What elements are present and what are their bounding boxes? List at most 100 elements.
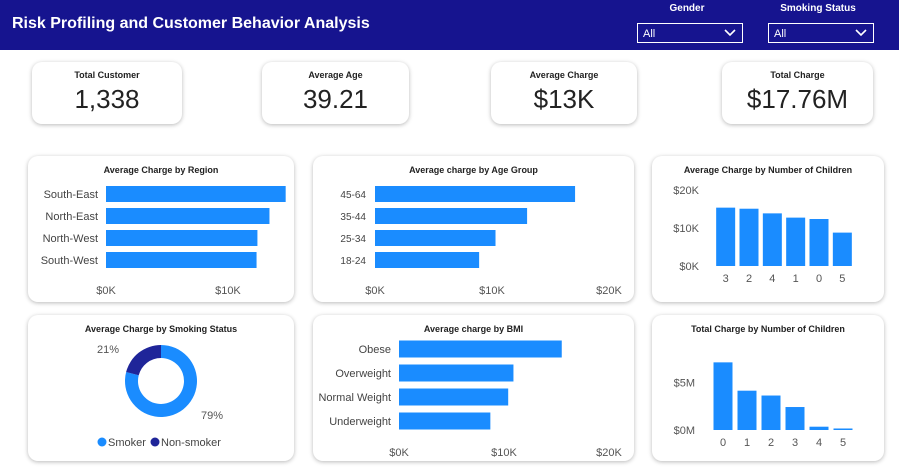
x-tick-label: $20K — [596, 447, 622, 459]
y-tick-label: $10K — [673, 223, 699, 235]
gender-dropdown-value: All — [643, 28, 656, 40]
bar — [786, 217, 806, 266]
x-tick-label: $0K — [365, 285, 385, 297]
x-tick-label: $20K — [596, 285, 622, 297]
region-bar-chart: South-East North-East North-West South-West… — [41, 186, 286, 297]
gender-dropdown[interactable]: All — [637, 23, 743, 43]
smoking-dropdown-value: All — [774, 28, 787, 40]
chart-card-children-average: Average Charge by Number of Children $0K… — [652, 156, 884, 302]
legend-label: Smoker — [108, 437, 146, 449]
x-tick-label: 5 — [840, 437, 846, 449]
page-title: Risk Profiling and Customer Behavior Ana… — [12, 15, 370, 32]
bar — [713, 362, 733, 430]
bar — [106, 230, 258, 246]
y-tick-label: 35-44 — [340, 212, 366, 223]
bar — [809, 219, 829, 266]
smoking-status-dropdown[interactable]: All — [768, 23, 874, 43]
x-tick-label: 1 — [744, 437, 750, 449]
chevron-down-icon — [855, 29, 867, 37]
y-tick-label: South-East — [44, 189, 98, 201]
smoking-donut-chart: 79% 21% Smoker Non-smoker — [97, 344, 223, 449]
y-tick-label: Obese — [359, 344, 391, 356]
data-label: 79% — [201, 410, 223, 422]
bar — [833, 428, 853, 430]
x-tick-label: 4 — [769, 273, 775, 285]
data-label: 21% — [97, 344, 119, 356]
y-tick-label: 18-24 — [340, 256, 366, 267]
kpi-value: 39.21 — [302, 84, 369, 114]
chart-card-region: Average Charge by Region South-East North… — [28, 156, 294, 302]
kpi-value: $13K — [533, 84, 595, 114]
bar — [737, 390, 757, 430]
kpi-label: Average Age — [308, 70, 363, 80]
y-tick-label: Normal Weight — [318, 392, 391, 404]
bar — [106, 252, 257, 268]
children-average-column-chart: $0K $10K $20K 3 2 4 1 0 5 — [673, 185, 852, 285]
header-bar: Risk Profiling and Customer Behavior Ana… — [0, 0, 899, 50]
chevron-down-icon — [724, 29, 736, 37]
x-tick-label: $10K — [491, 447, 517, 459]
kpi-card-average-charge: Average Charge $13K — [491, 62, 637, 124]
legend-marker — [150, 437, 160, 447]
gender-slicer-label: Gender — [669, 3, 705, 14]
bar — [716, 207, 736, 266]
bar — [762, 213, 782, 266]
chart-card-smoking: Average Charge by Smoking Status 79% 21% S… — [28, 315, 294, 461]
kpi-card-average-age: Average Age 39.21 — [262, 62, 409, 124]
smoking-status-slicer: Smoking Status All — [768, 3, 874, 43]
bar — [832, 232, 852, 266]
kpi-label: Average Charge — [529, 70, 599, 80]
bar — [375, 208, 528, 224]
kpi-value: $17.76M — [746, 84, 849, 114]
legend-marker — [97, 437, 107, 447]
donut-slice — [126, 345, 161, 376]
x-tick-label: $0K — [96, 285, 116, 297]
y-tick-label: North-West — [43, 233, 98, 245]
kpi-value: 1,338 — [74, 84, 140, 114]
legend-label: Non-smoker — [161, 437, 221, 449]
bar — [375, 230, 496, 246]
y-tick-label: 45-64 — [340, 190, 366, 201]
x-tick-label: 4 — [816, 437, 822, 449]
chart-card-age-group: Average charge by Age Group 45-64 35-44 25… — [313, 156, 634, 302]
x-tick-label: 2 — [746, 273, 752, 285]
bmi-bar-chart: Obese Overweight Normal Weight Underweight $… — [318, 340, 623, 459]
x-tick-label: 2 — [768, 437, 774, 449]
x-tick-label: $10K — [215, 285, 241, 297]
kpi-label: Total Customer — [74, 70, 140, 80]
bar — [399, 388, 509, 406]
bar — [375, 252, 480, 268]
kpi-card-total-customer: Total Customer 1,338 — [32, 62, 182, 124]
x-tick-label: 3 — [792, 437, 798, 449]
bar — [809, 426, 829, 430]
y-tick-label: $0M — [674, 425, 695, 437]
x-tick-label: 5 — [839, 273, 845, 285]
y-tick-label: $0K — [679, 261, 699, 273]
children-total-column-chart: $0M $5M 0 1 2 3 4 5 — [674, 362, 853, 449]
kpi-card-total-charge: Total Charge $17.76M — [722, 62, 873, 124]
bar — [399, 364, 514, 382]
bar — [761, 395, 781, 430]
bar — [399, 340, 562, 358]
x-tick-label: 1 — [793, 273, 799, 285]
bar — [375, 186, 576, 202]
x-tick-label: $10K — [479, 285, 505, 297]
y-tick-label: Overweight — [335, 368, 391, 380]
chart-card-bmi: Average charge by BMI Obese Overweight Nor… — [313, 315, 634, 461]
bar — [106, 208, 270, 224]
bar — [739, 208, 759, 266]
smoking-slicer-label: Smoking Status — [780, 3, 856, 14]
y-tick-label: Underweight — [329, 416, 391, 428]
kpi-label: Total Charge — [770, 70, 825, 80]
bar — [785, 407, 805, 430]
y-tick-label: $20K — [673, 185, 699, 197]
gender-slicer: Gender All — [637, 3, 743, 43]
y-tick-label: North-East — [45, 211, 98, 223]
x-tick-label: 0 — [816, 273, 822, 285]
chart-card-children-total: Total Charge by Number of Children $0M $5… — [652, 315, 884, 461]
x-tick-label: 3 — [723, 273, 729, 285]
x-tick-label: 0 — [720, 437, 726, 449]
y-tick-label: South-West — [41, 255, 98, 267]
bar — [399, 412, 491, 430]
y-tick-label: 25-34 — [340, 234, 366, 245]
